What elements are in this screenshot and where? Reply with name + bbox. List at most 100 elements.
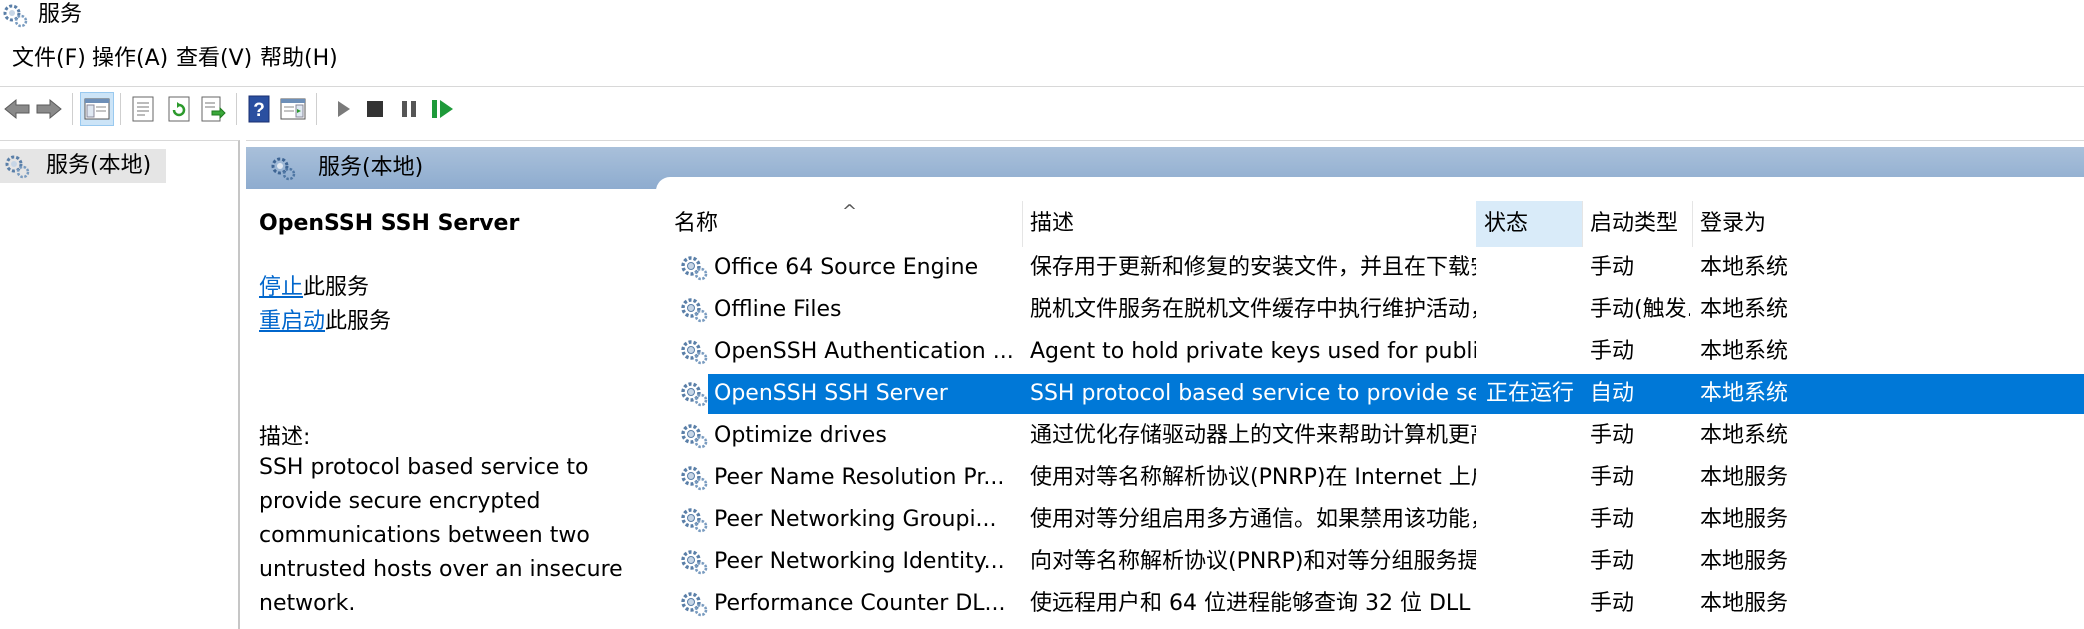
service-name: Peer Networking Groupi... <box>714 507 997 532</box>
service-startup-type: 手动 <box>1590 339 1635 364</box>
service-row[interactable]: Office 64 Source Engine 保存用于更新和修复的安装文件，并且… <box>658 247 2084 289</box>
column-header-status[interactable]: 状态 <box>1476 201 1582 247</box>
console-tree-icon[interactable] <box>80 92 114 126</box>
tree-item-label: 服务(本地) <box>46 153 152 178</box>
window-title: 服务 <box>38 2 83 27</box>
services-gear-icon <box>4 153 30 183</box>
menu-view[interactable]: 查看(V) <box>174 42 254 76</box>
column-header-startup-type[interactable]: 启动类型 <box>1582 201 1692 247</box>
services-list: ^ 名称 描述 状态 启动类型 登录为 Office 64 Source Eng… <box>658 201 2084 629</box>
service-description-cell: 向对等名称解析协议(PNRP)和对等分组服务提供标识... <box>1030 549 1476 574</box>
toolbar: ? <box>0 86 2084 131</box>
service-name: Peer Networking Identity... <box>714 549 1005 574</box>
service-name: OpenSSH SSH Server <box>714 381 948 406</box>
service-description-cell: Agent to hold private keys used for publ… <box>1030 339 1476 364</box>
service-gear-icon <box>680 464 708 498</box>
service-status <box>1486 499 1582 541</box>
stop-service-suffix: 此服务 <box>303 275 370 300</box>
stop-service-link[interactable]: 停止 <box>259 275 303 300</box>
service-description-cell: 通过优化存储驱动器上的文件来帮助计算机更高效地... <box>1030 423 1476 448</box>
properties-icon[interactable] <box>126 92 160 126</box>
restart-service-link[interactable]: 重启动 <box>259 309 325 334</box>
column-header-name[interactable]: 名称 <box>658 201 1022 247</box>
service-name: Optimize drives <box>714 423 887 448</box>
services-gear-icon <box>2 2 28 28</box>
restart-service-icon[interactable] <box>426 92 460 126</box>
service-gear-icon <box>680 338 708 372</box>
service-logon-as: 本地系统 <box>1700 423 1789 448</box>
service-row[interactable]: Optimize drives 通过优化存储驱动器上的文件来帮助计算机更高效地..… <box>658 415 2084 457</box>
service-row[interactable]: Performance Counter DL... 使远程用户和 64 位进程能够… <box>658 583 2084 625</box>
service-gear-icon <box>680 296 708 330</box>
service-status: 正在运行 <box>1486 381 1575 406</box>
service-startup-type: 手动 <box>1590 507 1635 532</box>
back-icon[interactable] <box>0 92 34 126</box>
service-name: Office 64 Source Engine <box>714 255 979 280</box>
service-logon-as: 本地服务 <box>1700 465 1789 490</box>
svg-text:?: ? <box>253 100 265 121</box>
service-status <box>1486 583 1582 625</box>
service-startup-type: 手动 <box>1590 255 1635 280</box>
service-status <box>1486 415 1582 457</box>
service-logon-as: 本地服务 <box>1700 507 1789 532</box>
export-list-icon[interactable] <box>196 92 230 126</box>
service-gear-icon <box>680 254 708 288</box>
forward-icon[interactable] <box>32 92 66 126</box>
service-row[interactable]: Peer Networking Identity... 向对等名称解析协议(PNR… <box>658 541 2084 583</box>
list-header: ^ 名称 描述 状态 启动类型 登录为 <box>658 201 2084 247</box>
services-gear-icon <box>270 155 296 185</box>
service-gear-icon <box>680 548 708 582</box>
help-icon[interactable]: ? <box>242 92 276 126</box>
menu-help[interactable]: 帮助(H) <box>258 42 340 76</box>
tree-item-services-local[interactable]: 服务(本地) <box>0 149 166 183</box>
service-gear-icon <box>680 380 708 414</box>
service-row[interactable]: Peer Name Resolution Pr... 使用对等名称解析协议(PNR… <box>658 457 2084 499</box>
stop-service-icon[interactable] <box>358 92 392 126</box>
column-header-logon-as[interactable]: 登录为 <box>1692 201 1812 247</box>
service-name: Offline Files <box>714 297 842 322</box>
list-tab-edge <box>656 177 2084 197</box>
service-status <box>1486 289 1582 331</box>
service-description-cell: 使用对等分组启用多方通信。如果禁用该功能，某些... <box>1030 507 1476 532</box>
service-startup-type: 手动 <box>1590 423 1635 448</box>
view-icon[interactable] <box>276 92 310 126</box>
service-description-cell: 脱机文件服务在脱机文件缓存中执行维护活动，响应... <box>1030 297 1476 322</box>
start-service-icon[interactable] <box>326 92 360 126</box>
title-bar: 服务 <box>0 0 2084 30</box>
service-name: Peer Name Resolution Pr... <box>714 465 1005 490</box>
service-detail-pane: OpenSSH SSH Server 停止此服务 重启动此服务 描述: SSH … <box>246 201 654 629</box>
toolbar-separator <box>316 93 317 125</box>
service-gear-icon <box>680 506 708 540</box>
service-description-cell: SSH protocol based service to provide se… <box>1030 381 1476 406</box>
menu-bar: 文件(F) 操作(A) 查看(V) 帮助(H) <box>0 42 2084 76</box>
menu-action[interactable]: 操作(A) <box>90 42 170 76</box>
toolbar-separator <box>236 93 237 125</box>
column-header-description[interactable]: 描述 <box>1022 201 1476 247</box>
menu-file[interactable]: 文件(F) <box>10 42 88 76</box>
service-startup-type: 自动 <box>1590 381 1635 406</box>
refresh-icon[interactable] <box>162 92 196 126</box>
restart-service-line: 重启动此服务 <box>259 305 391 339</box>
service-logon-as: 本地系统 <box>1700 255 1789 280</box>
service-logon-as: 本地系统 <box>1700 297 1789 322</box>
service-logon-as: 本地服务 <box>1700 549 1789 574</box>
service-name: Performance Counter DL... <box>714 591 1006 616</box>
service-description-cell: 保存用于更新和修复的安装文件，并且在下载安装程... <box>1030 255 1476 280</box>
service-row[interactable]: OpenSSH SSH Server SSH protocol based ser… <box>658 373 2084 415</box>
service-status <box>1486 541 1582 583</box>
description-label: 描述: <box>259 425 311 450</box>
service-row[interactable]: Peer Networking Groupi... 使用对等分组启用多方通信。如果… <box>658 499 2084 541</box>
toolbar-separator <box>120 93 121 125</box>
service-startup-type: 手动(触发... <box>1590 297 1690 322</box>
pause-service-icon[interactable] <box>392 92 426 126</box>
service-logon-as: 本地系统 <box>1700 339 1789 364</box>
console-tree: 服务(本地) <box>0 140 240 629</box>
stop-service-line: 停止此服务 <box>259 271 369 305</box>
service-row[interactable]: OpenSSH Authentication ... Agent to hold … <box>658 331 2084 373</box>
service-gear-icon <box>680 590 708 624</box>
service-row[interactable]: Offline Files 脱机文件服务在脱机文件缓存中执行维护活动，响应... 手… <box>658 289 2084 331</box>
service-startup-type: 手动 <box>1590 465 1635 490</box>
service-status <box>1486 331 1582 373</box>
restart-service-suffix: 此服务 <box>325 309 392 334</box>
service-gear-icon <box>680 422 708 456</box>
